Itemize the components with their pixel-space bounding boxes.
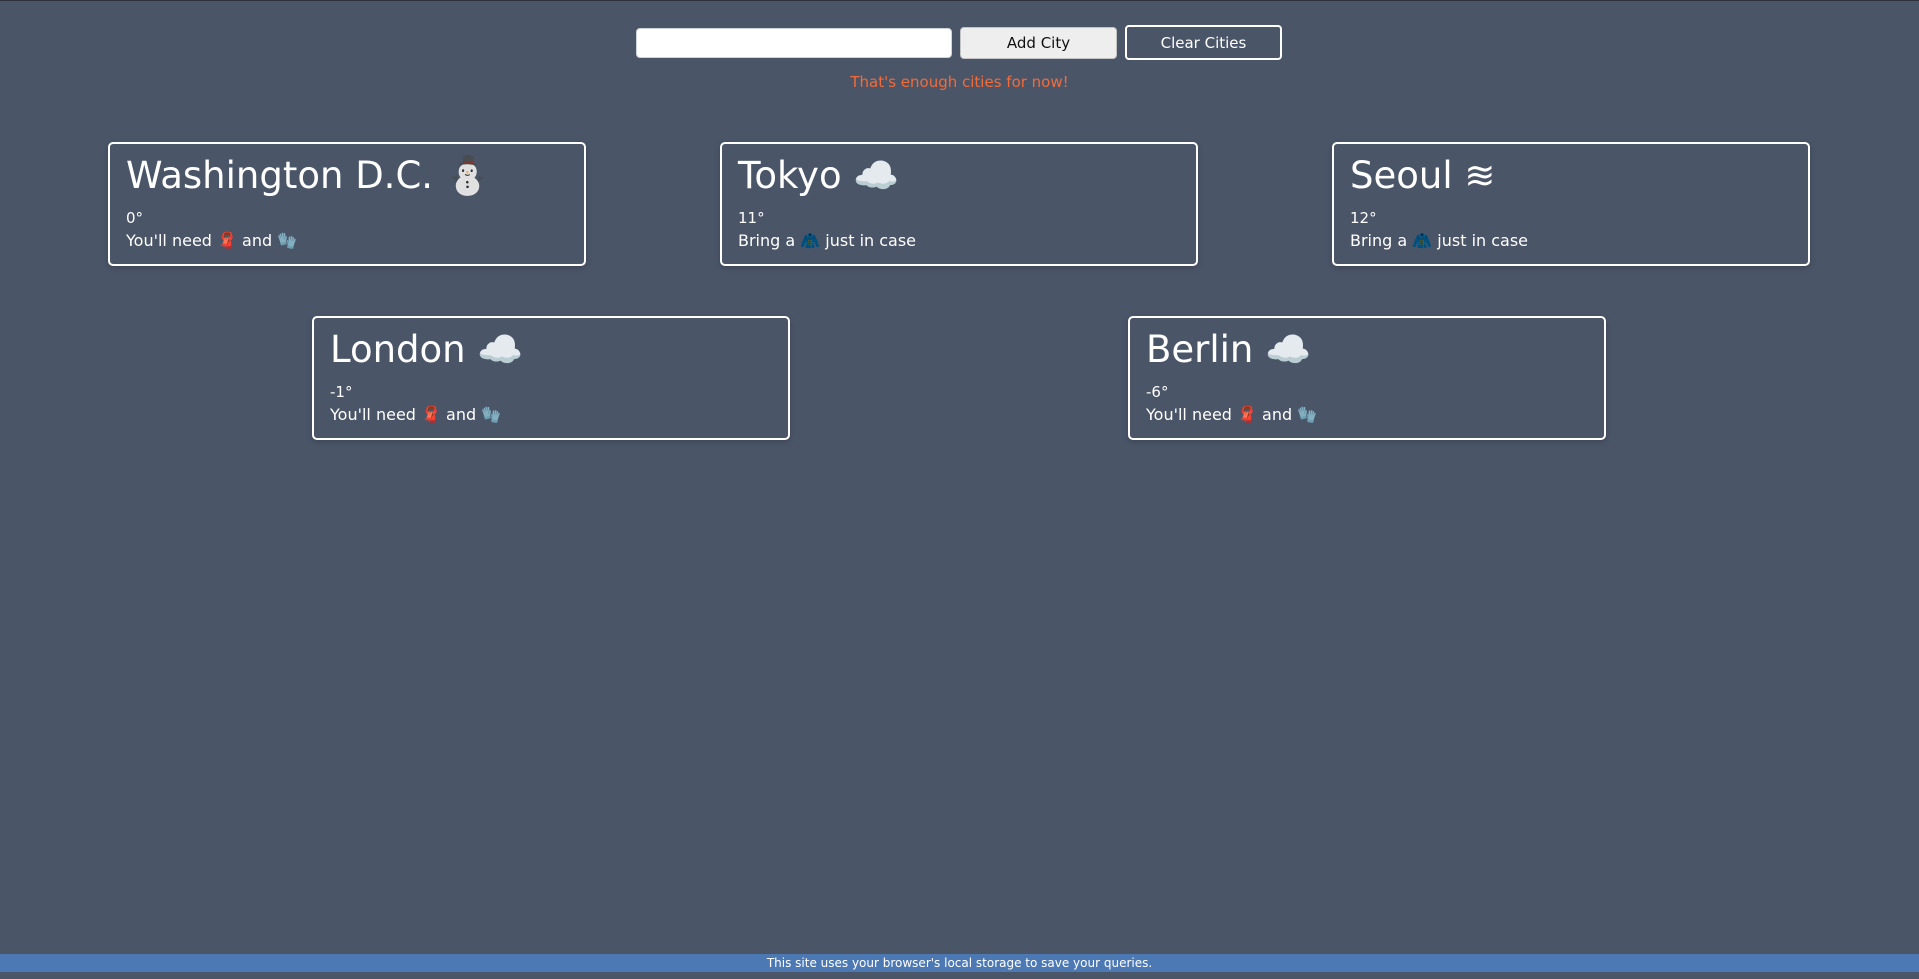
city-temperature: 12° [1350, 209, 1377, 227]
city-card: Washington D.C. ⛄ 0° You'll need 🧣 and 🧤 [108, 142, 586, 266]
city-title: Seoul ≋ [1350, 154, 1496, 197]
city-title: London ☁️ [330, 328, 524, 371]
city-advice: You'll need 🧣 and 🧤 [126, 231, 298, 250]
city-advice: Bring a 🧥 just in case [1350, 231, 1529, 250]
city-title: Washington D.C. ⛄ [126, 154, 491, 197]
local-storage-footer: This site uses your browser's local stor… [0, 954, 1919, 972]
city-advice: You'll need 🧣 and 🧤 [1146, 405, 1318, 424]
city-title: Tokyo ☁️ [738, 154, 900, 197]
city-temperature: -6° [1146, 383, 1169, 401]
city-temperature: 11° [738, 209, 765, 227]
city-card: Seoul ≋ 12° Bring a 🧥 just in case [1332, 142, 1810, 266]
city-advice: You'll need 🧣 and 🧤 [330, 405, 502, 424]
city-temperature: 0° [126, 209, 144, 227]
city-card: Tokyo ☁️ 11° Bring a 🧥 just in case [720, 142, 1198, 266]
city-advice: Bring a 🧥 just in case [738, 231, 917, 250]
limit-notice: That's enough cities for now! [850, 73, 1069, 91]
city-temperature: -1° [330, 383, 353, 401]
city-card: London ☁️ -1° You'll need 🧣 and 🧤 [312, 316, 790, 440]
city-title: Berlin ☁️ [1146, 328, 1312, 371]
city-controls: Add City Clear Cities [636, 25, 1282, 60]
city-card: Berlin ☁️ -6° You'll need 🧣 and 🧤 [1128, 316, 1606, 440]
add-city-button[interactable]: Add City [960, 26, 1117, 59]
clear-cities-button[interactable]: Clear Cities [1125, 25, 1282, 60]
city-input[interactable] [636, 27, 952, 58]
